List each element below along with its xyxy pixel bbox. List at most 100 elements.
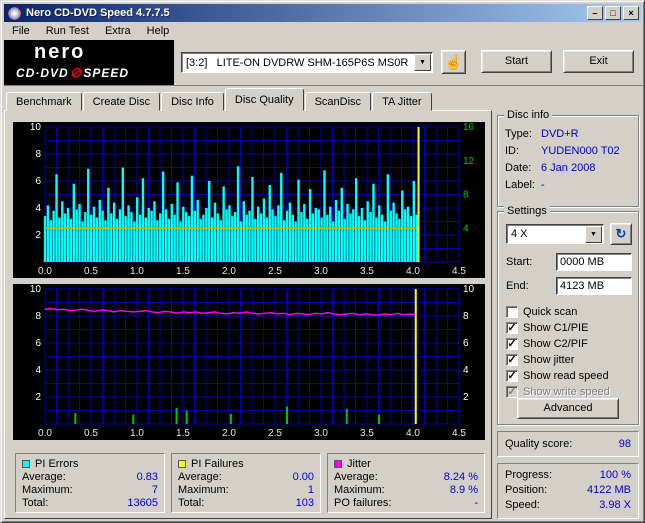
chevron-down-icon: ▼ bbox=[419, 59, 426, 66]
end-field-label: End: bbox=[506, 280, 529, 292]
tab-ta-jitter[interactable]: TA Jitter bbox=[372, 92, 432, 111]
checkbox-label: Show C2/PIF bbox=[523, 338, 588, 350]
svg-text:8: 8 bbox=[35, 311, 41, 322]
svg-text:1.0: 1.0 bbox=[130, 428, 144, 439]
pi-errors-chart: 0.0 0.5 1.0 1.5 2.0 2.5 3.0 3.5 4.0 4.5 2 4 6 8 10 4 8 12… bbox=[13, 122, 485, 278]
stat-value: 8.24 % bbox=[443, 471, 478, 483]
stat-value: 1 bbox=[307, 484, 314, 496]
menu-item-run-test[interactable]: Run Test bbox=[38, 23, 97, 40]
svg-text:12: 12 bbox=[463, 156, 475, 167]
speed-value: 3.98 X bbox=[599, 499, 631, 511]
checkbox-label: Show read speed bbox=[523, 370, 609, 382]
app-window: Nero CD-DVD Speed 4.7.7.5 – □ × File Run… bbox=[0, 0, 645, 523]
checkbox-quick-scan[interactable]: Quick scan bbox=[506, 304, 577, 320]
quality-score-value: 98 bbox=[618, 438, 631, 450]
progress-value: 100 % bbox=[599, 469, 631, 481]
svg-text:10: 10 bbox=[30, 122, 42, 133]
checkbox-show-c2-pif[interactable]: Show C2/PIF bbox=[506, 336, 588, 352]
logo-speed-text: SPEED bbox=[83, 66, 130, 80]
svg-text:4.5: 4.5 bbox=[452, 266, 466, 277]
svg-text:2: 2 bbox=[35, 392, 41, 403]
hand-button[interactable]: ☝ bbox=[441, 50, 466, 74]
tab-create-disc[interactable]: Create Disc bbox=[82, 92, 161, 111]
position-label: Position: bbox=[505, 484, 548, 496]
tab-disc-quality[interactable]: Disc Quality bbox=[224, 88, 304, 111]
logo-cddvd-text: CD·DVD bbox=[16, 66, 69, 80]
svg-text:2.5: 2.5 bbox=[268, 266, 282, 277]
checkbox-label: Quick scan bbox=[523, 306, 578, 318]
jitter-stats-title: Jitter bbox=[347, 458, 371, 470]
scan-speed-value: 4 X bbox=[511, 228, 528, 240]
svg-text:4: 4 bbox=[35, 365, 41, 376]
close-button[interactable]: × bbox=[623, 6, 639, 20]
checkbox-show-jitter[interactable]: Show jitter bbox=[506, 352, 574, 368]
quality-score-label: Quality score: bbox=[505, 438, 573, 450]
menu-item-file[interactable]: File bbox=[4, 23, 38, 40]
svg-text:6: 6 bbox=[35, 176, 41, 187]
start-button[interactable]: Start bbox=[481, 50, 552, 73]
title-bar: Nero CD-DVD Speed 4.7.7.5 – □ × bbox=[4, 4, 641, 22]
pi-failures-and-jitter-vs-position: 0.0 0.5 1.0 1.5 2.0 2.5 3.0 3.5 4.0 4.5 2 4 6 8 10 2 4 6 8… bbox=[30, 284, 475, 439]
checkbox-box bbox=[506, 370, 518, 382]
tab-disc-info[interactable]: Disc Info bbox=[161, 92, 224, 111]
tab-scandisc[interactable]: ScanDisc bbox=[304, 92, 372, 111]
speed-label: Speed: bbox=[505, 499, 540, 511]
stat-value: 103 bbox=[295, 497, 314, 509]
svg-text:4.0: 4.0 bbox=[406, 266, 420, 277]
refresh-speeds-button[interactable]: ↻ bbox=[610, 223, 632, 245]
svg-text:1.5: 1.5 bbox=[176, 428, 190, 439]
settings-group-title: Settings bbox=[504, 205, 550, 217]
checkbox-show-read-speed[interactable]: Show read speed bbox=[506, 368, 609, 384]
stat-value: 0.83 bbox=[136, 471, 158, 483]
scan-speed-select[interactable]: 4 X ▼ bbox=[506, 224, 604, 244]
end-position-input[interactable] bbox=[556, 277, 632, 295]
svg-text:1.0: 1.0 bbox=[130, 266, 144, 277]
menu-item-help[interactable]: Help bbox=[139, 23, 178, 40]
pi-failures-color-swatch bbox=[178, 460, 186, 468]
maximize-button[interactable]: □ bbox=[605, 6, 621, 20]
jitter-stats-panel: Jitter Average: 8.24 % Maximum: 8.9 % PO f… bbox=[327, 453, 485, 513]
stat-label: Maximum: bbox=[334, 484, 385, 496]
svg-text:4: 4 bbox=[463, 223, 469, 234]
drive-selector[interactable]: [3:2] LITE-ON DVDRW SHM-165P6S MS0R ▼ bbox=[181, 52, 433, 73]
tab-benchmark[interactable]: Benchmark bbox=[6, 92, 82, 111]
disc-date-value: 6 Jan 2008 bbox=[541, 162, 596, 174]
svg-text:3.0: 3.0 bbox=[314, 428, 328, 439]
svg-text:2.0: 2.0 bbox=[222, 266, 236, 277]
svg-text:4.5: 4.5 bbox=[452, 428, 466, 439]
stat-value: 0.00 bbox=[292, 471, 314, 483]
drive-dropdown-button[interactable]: ▼ bbox=[414, 54, 431, 71]
stat-label: Average: bbox=[334, 471, 378, 483]
stat-label: Average: bbox=[178, 471, 222, 483]
nero-logo: nero CD·DVD⊘SPEED bbox=[4, 40, 174, 85]
disc-type-value: DVD+R bbox=[541, 128, 579, 140]
hand-icon: ☝ bbox=[444, 54, 463, 70]
svg-text:0.5: 0.5 bbox=[84, 428, 98, 439]
svg-text:3.5: 3.5 bbox=[360, 266, 374, 277]
svg-text:6: 6 bbox=[463, 338, 469, 349]
start-field-row: Start: bbox=[506, 252, 632, 272]
pi-errors-stats-panel: PI Errors Average: 0.83 Maximum: 7 Total: 1… bbox=[15, 453, 165, 513]
advanced-button[interactable]: Advanced bbox=[517, 398, 619, 419]
progress-panel: Progress: 100 % Position: 4122 MB Speed: 3.… bbox=[497, 463, 639, 519]
exit-button[interactable]: Exit bbox=[563, 50, 634, 73]
minimize-button[interactable]: – bbox=[587, 6, 603, 20]
svg-text:8: 8 bbox=[463, 311, 469, 322]
checkbox-show-c1-pie[interactable]: Show C1/PIE bbox=[506, 320, 588, 336]
nero-logo-text: nero bbox=[34, 41, 86, 63]
speed-dropdown-button[interactable]: ▼ bbox=[585, 225, 602, 243]
svg-text:2: 2 bbox=[463, 392, 469, 403]
drive-selector-value: [3:2] LITE-ON DVDRW SHM-165P6S MS0R bbox=[186, 56, 409, 69]
checkbox-label: Show jitter bbox=[523, 354, 575, 366]
svg-text:3.5: 3.5 bbox=[360, 428, 374, 439]
start-position-input[interactable] bbox=[556, 253, 632, 271]
disc-id-label: ID: bbox=[505, 145, 520, 157]
svg-text:8: 8 bbox=[463, 190, 469, 201]
stat-value: 8.9 % bbox=[449, 484, 478, 496]
disc-quality-tab-page: 0.0 0.5 1.0 1.5 2.0 2.5 3.0 3.5 4.0 4.5 2 4 6 8 10 4 8 12… bbox=[4, 110, 492, 519]
menu-item-extra[interactable]: Extra bbox=[97, 23, 139, 40]
svg-text:1.5: 1.5 bbox=[176, 266, 190, 277]
stat-value: - bbox=[474, 497, 478, 509]
position-value: 4122 MB bbox=[586, 484, 631, 496]
checkbox-box bbox=[506, 306, 518, 318]
